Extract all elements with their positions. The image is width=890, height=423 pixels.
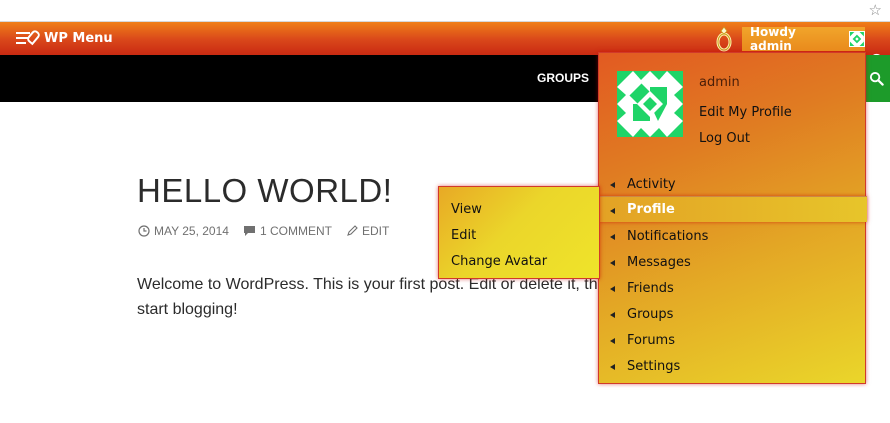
- browser-chrome: ☆: [0, 0, 890, 22]
- menu-item-label: Notifications: [627, 228, 709, 244]
- wp-menu-icon: [16, 28, 42, 48]
- post-content: Welcome to WordPress. This is your first…: [137, 276, 616, 318]
- profile-submenu: View Edit Change Avatar: [438, 186, 600, 279]
- identicon-avatar: [617, 71, 683, 137]
- menu-item-messages[interactable]: Messages: [599, 249, 867, 275]
- caret-left-icon: [610, 182, 615, 188]
- howdy-account-button[interactable]: Howdy admin: [742, 25, 865, 53]
- menu-item-label: Groups: [627, 306, 674, 322]
- comment-icon: [243, 226, 255, 236]
- menu-item-forums[interactable]: Forums: [599, 327, 867, 353]
- edit-my-profile-link[interactable]: Edit My Profile: [699, 105, 792, 120]
- post-edit[interactable]: EDIT: [346, 224, 389, 238]
- avatar[interactable]: [617, 71, 683, 137]
- post-comments-label: 1 COMMENT: [259, 224, 332, 238]
- menu-item-friends[interactable]: Friends: [599, 275, 867, 301]
- submenu-item-edit[interactable]: Edit: [451, 228, 476, 243]
- howdy-label: Howdy admin: [750, 25, 796, 53]
- caret-left-icon: [610, 286, 615, 292]
- menu-item-profile[interactable]: Profile: [599, 196, 867, 222]
- pencil-icon: [347, 225, 358, 236]
- menu-item-settings[interactable]: Settings: [599, 353, 867, 379]
- menu-item-groups[interactable]: Groups: [599, 301, 867, 327]
- menu-item-notifications[interactable]: Notifications: [599, 223, 867, 249]
- post-date[interactable]: MAY 25, 2014: [138, 224, 229, 238]
- username-link[interactable]: admin: [699, 75, 740, 90]
- caret-left-icon: [610, 208, 615, 214]
- post-title[interactable]: HELLO WORLD!: [137, 172, 392, 210]
- menu-item-label: Profile: [627, 202, 675, 217]
- post-date-label: MAY 25, 2014: [154, 224, 229, 238]
- nav-item-groups[interactable]: GROUPS: [537, 55, 589, 102]
- menu-item-label: Settings: [627, 358, 681, 374]
- menu-item-label: Messages: [627, 254, 691, 270]
- search-icon: [869, 71, 884, 86]
- site-search-button[interactable]: [862, 55, 890, 102]
- star-icon[interactable]: ☆: [869, 0, 882, 20]
- ring-icon[interactable]: [714, 26, 734, 52]
- menu-item-label: Forums: [627, 332, 675, 348]
- wp-menu-button[interactable]: WP Menu: [16, 22, 113, 55]
- mini-avatar-icon: [849, 31, 865, 47]
- menu-item-activity[interactable]: Activity: [599, 171, 867, 197]
- submenu-item-view[interactable]: View: [451, 202, 482, 217]
- caret-left-icon: [610, 260, 615, 266]
- account-dropdown: admin Edit My Profile Log Out Activity P…: [598, 52, 867, 384]
- post-comments[interactable]: 1 COMMENT: [243, 224, 332, 238]
- submenu-item-change-avatar[interactable]: Change Avatar: [451, 254, 547, 269]
- menu-item-label: Activity: [627, 176, 676, 192]
- caret-left-icon: [610, 364, 615, 370]
- post-edit-label: EDIT: [361, 224, 390, 238]
- log-out-link[interactable]: Log Out: [699, 131, 750, 146]
- wp-menu-label: WP Menu: [44, 31, 113, 46]
- caret-left-icon: [610, 338, 615, 344]
- caret-left-icon: [610, 312, 615, 318]
- post-meta: MAY 25, 2014 1 COMMENT EDIT: [138, 224, 403, 238]
- clock-icon: [138, 225, 150, 237]
- menu-item-label: Friends: [627, 280, 674, 296]
- caret-left-icon: [610, 234, 615, 240]
